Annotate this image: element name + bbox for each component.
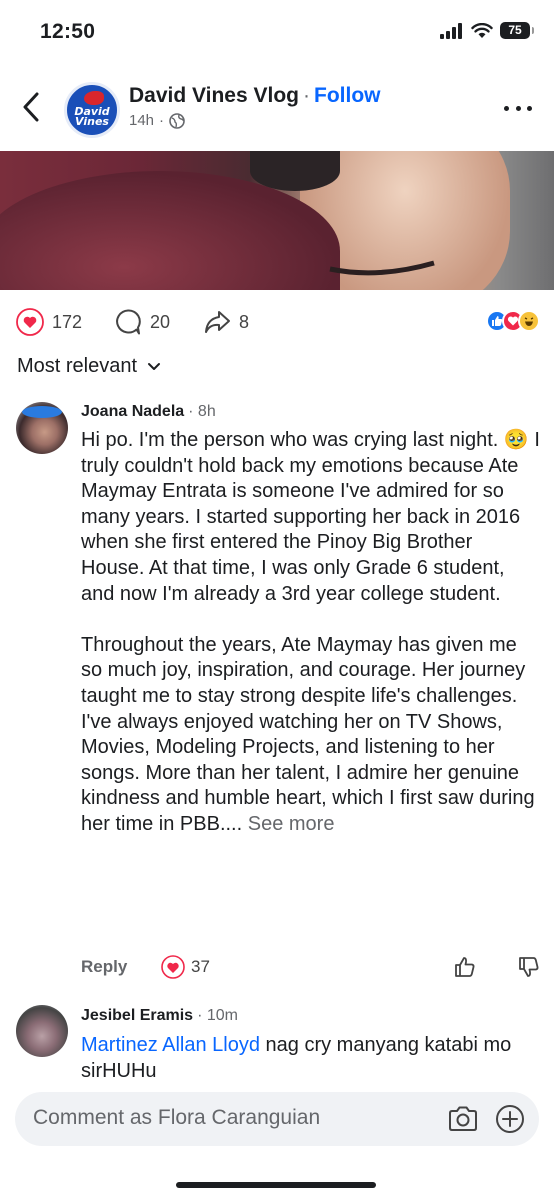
dot-icon [515,105,521,111]
sort-label: Most relevant [17,355,138,377]
share-arrow-icon [205,311,230,333]
comment-time: · 8h [188,403,216,420]
thumbs-up-icon[interactable] [453,955,477,979]
plus-circle-icon[interactable] [495,1104,525,1134]
comment-input[interactable]: Comment as Flora Caranguian [15,1092,539,1146]
comment-author-line: Jesibel Eramis · 10m [81,1007,238,1025]
page-name[interactable]: David Vines Vlog [129,84,299,107]
share-stat[interactable]: 8 [203,308,249,336]
post-time: 14h [129,112,155,129]
see-more-link[interactable]: See more [248,813,335,835]
comment-composer-bar: Comment as Flora Caranguian [0,1082,554,1199]
share-count: 8 [239,311,250,332]
chevron-down-icon [148,362,161,370]
comment-actions: Reply 37 [81,955,541,981]
comment-time: · 10m [197,1007,238,1024]
comment-author[interactable]: Jesibel Eramis [81,1007,193,1024]
comment-body: Hi po. I'm the person who was crying las… [81,429,540,835]
comment-reactions[interactable]: 37 [161,955,210,979]
avatar[interactable] [16,1005,68,1057]
page-name-line: David Vines Vlog · Follow [129,84,381,108]
mention-link[interactable]: Martinez Allan Lloyd [81,1034,260,1056]
photo-region-shadow [250,151,340,191]
comment-reaction-count: 37 [191,957,210,976]
like-stat[interactable]: 172 [16,308,82,336]
comment-count: 20 [150,311,171,332]
battery-icon: 75 [500,22,534,39]
page-avatar[interactable]: David Vines [64,82,120,138]
globe-icon [169,112,185,129]
comment-text: Martinez Allan Lloyd nag cry manyang kat… [81,1033,541,1084]
comment-author-line: Joana Nadela · 8h [81,403,216,421]
camera-icon[interactable] [447,1104,479,1134]
comment-bubble-icon [116,309,141,335]
heart-icon [161,955,185,979]
thumbs-down-icon[interactable] [517,955,541,979]
post-photo[interactable] [0,151,554,290]
post-header: David Vines David Vines Vlog · Follow 14h … [0,62,554,152]
more-options-button[interactable] [504,98,532,118]
wifi-icon [471,22,493,38]
haha-reaction-icon [518,310,540,332]
post-meta: 14h · [129,112,185,129]
follow-button[interactable]: Follow [314,84,381,107]
reactions-summary[interactable] [486,310,540,332]
comment-placeholder: Comment as Flora Caranguian [33,1106,321,1129]
home-indicator[interactable] [176,1182,376,1188]
separator: · [303,84,310,107]
chevron-left-icon [23,92,39,122]
logo-bird-icon [84,91,104,105]
avatar[interactable] [16,402,68,454]
signal-icon [440,22,462,39]
sort-dropdown[interactable]: Most relevant [17,355,161,378]
heart-icon [16,308,44,336]
status-bar: 12:50 75 [0,0,554,62]
dot-icon [504,105,509,111]
back-button[interactable] [16,90,46,124]
comment-text: Hi po. I'm the person who was crying las… [81,428,541,838]
page-logo: David Vines [74,105,110,128]
photo-strap [329,260,435,276]
like-count: 172 [52,311,83,332]
post-stats: 172 20 8 [0,296,554,344]
status-time: 12:50 [40,20,96,43]
status-icons: 75 [440,22,534,39]
reply-button[interactable]: Reply [81,957,127,977]
meta-separator: · [159,112,165,129]
dot-icon [527,105,532,111]
comment-author[interactable]: Joana Nadela [81,403,184,420]
comment-stat[interactable]: 20 [114,308,170,336]
